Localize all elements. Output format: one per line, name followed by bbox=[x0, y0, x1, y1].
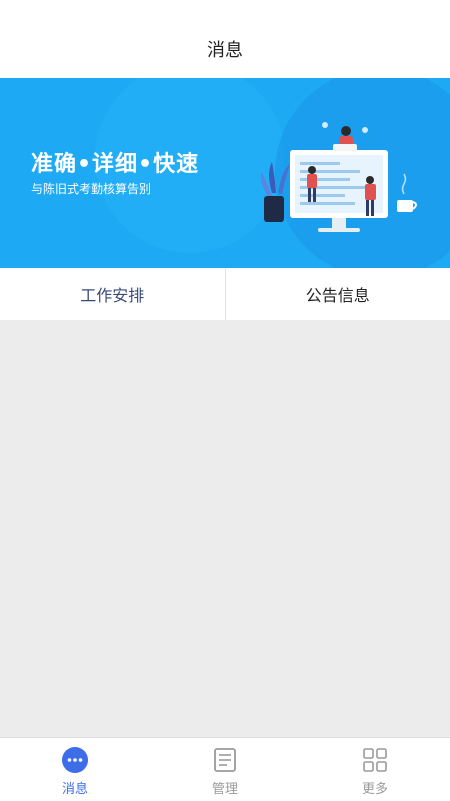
top-bar: 消息 bbox=[0, 0, 450, 78]
banner-subtitle: 与陈旧式考勤核算告别 bbox=[31, 180, 151, 197]
nav-label-management: 管理 bbox=[212, 778, 238, 797]
nav-item-messages[interactable]: 消息 bbox=[0, 738, 150, 801]
grid-icon bbox=[361, 746, 389, 774]
tab-announcements[interactable]: 公告信息 bbox=[226, 268, 450, 320]
nav-label-messages: 消息 bbox=[62, 778, 88, 797]
nav-item-management[interactable]: 管理 bbox=[150, 738, 300, 801]
tab-bar: 工作安排 公告信息 bbox=[0, 268, 450, 320]
bottom-navigation: 消息 管理 更多 bbox=[0, 737, 450, 801]
banner-headline: 准确•详细•快速 bbox=[31, 146, 199, 178]
document-icon bbox=[211, 746, 239, 774]
chat-bubble-icon bbox=[61, 746, 89, 774]
promo-banner[interactable]: 准确•详细•快速 与陈旧式考勤核算告别 bbox=[0, 78, 450, 268]
nav-label-more: 更多 bbox=[362, 778, 388, 797]
tab-work-schedule[interactable]: 工作安排 bbox=[0, 268, 225, 320]
content-area bbox=[0, 320, 450, 737]
nav-item-more[interactable]: 更多 bbox=[300, 738, 450, 801]
page-title: 消息 bbox=[0, 36, 450, 62]
